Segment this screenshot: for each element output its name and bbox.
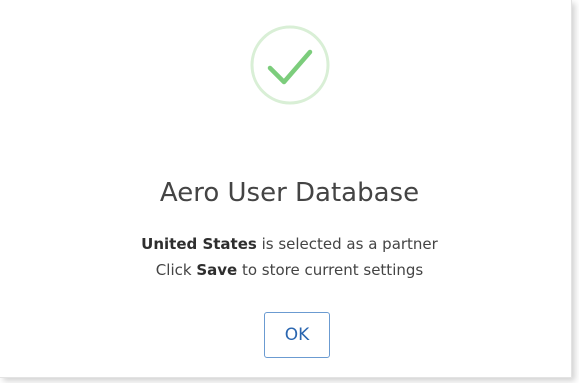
save-hint-prefix: Click: [155, 261, 197, 279]
partner-message-text: is selected as a partner: [256, 235, 438, 253]
save-hint-keyword: Save: [196, 261, 238, 279]
dialog-title: Aero User Database: [159, 178, 420, 208]
partner-country: United States: [141, 235, 257, 253]
message-line-partner: United States is selected as a partner: [0, 234, 579, 254]
success-check-icon: [250, 25, 330, 105]
success-dialog: Aero User Database United States is sele…: [0, 0, 572, 378]
message-line-save-hint: Click Save to store current settings: [0, 260, 579, 280]
save-hint-suffix: to store current settings: [237, 261, 424, 279]
ok-button[interactable]: OK: [264, 312, 330, 358]
